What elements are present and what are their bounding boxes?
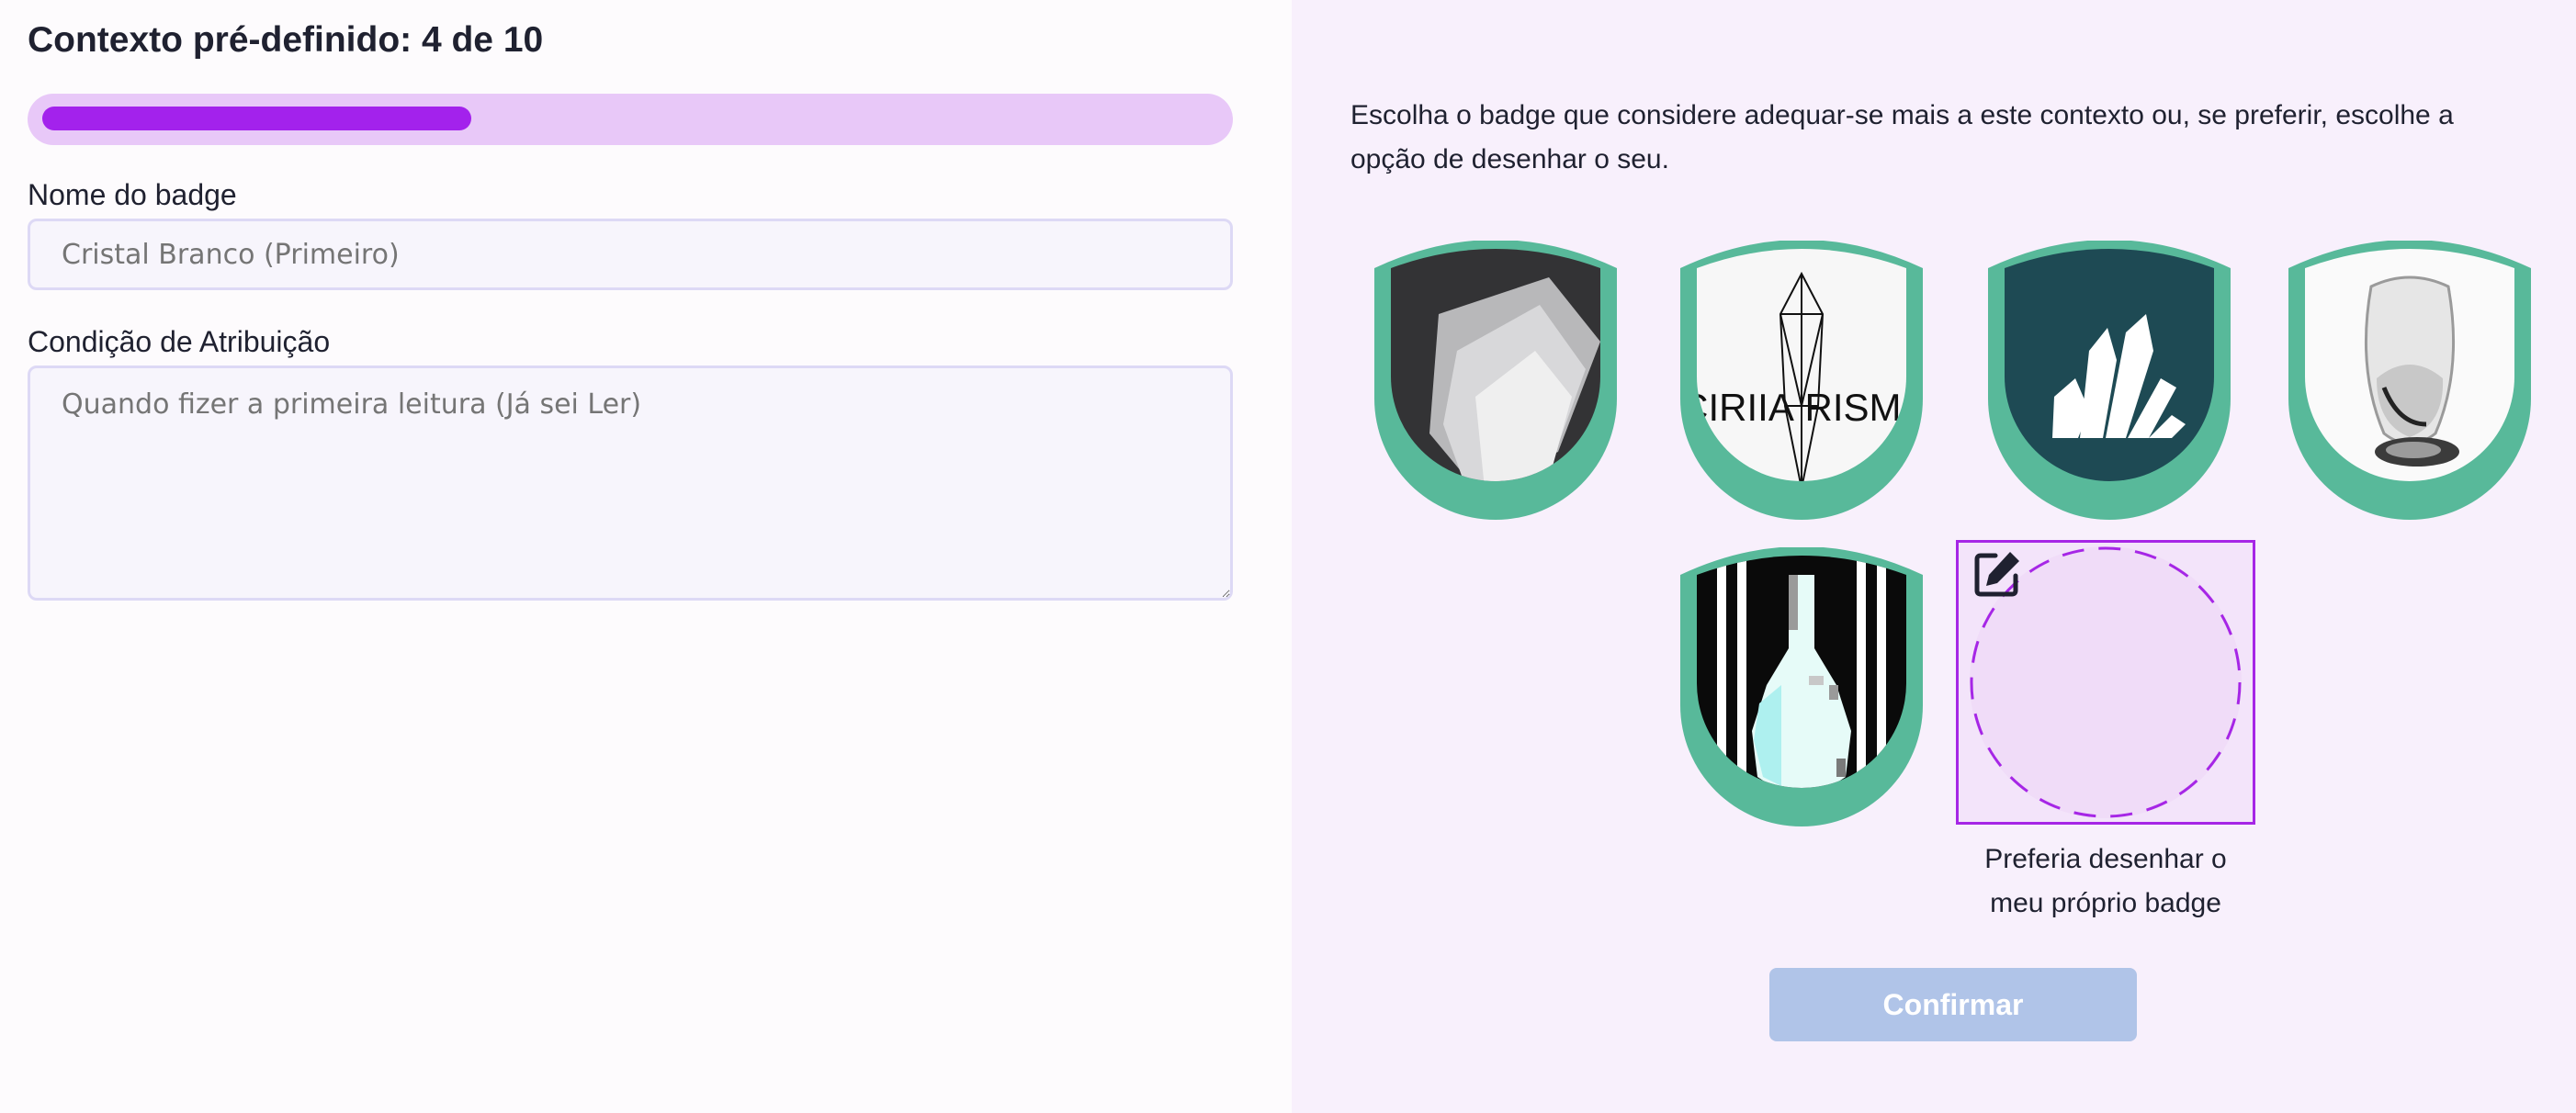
badge-option-4[interactable] [2288,241,2531,520]
glass-tumbler-photo-icon [2288,241,2531,520]
instructions-text: Escolha o badge que considere adequar-se… [1350,100,2454,174]
name-label: Nome do badge [28,178,237,211]
badge-option-3[interactable] [1988,241,2231,520]
pixel-crystal-drop-icon [1680,547,1923,826]
draw-caption-line2: meu próprio badge [1990,888,2221,918]
confirm-button[interactable]: Confirmar [1769,968,2137,1041]
condition-textarea[interactable] [28,365,1233,601]
prism-crystal-logo-icon: CIRIIA RISMA [1680,241,1923,520]
left-panel: Contexto pré-definido: 4 de 10 Nome do b… [0,0,1292,1113]
badge-option-5[interactable] [1680,547,1923,826]
progress-bar-fill [42,107,471,130]
draw-caption-line1: Preferia desenhar o [1984,844,2227,874]
draw-option-caption: Preferia desenhar o meu próprio badge [1959,838,2253,926]
badge-option-1[interactable] [1374,241,1617,520]
white-crystals-on-teal-icon [1988,241,2231,520]
edit-pencil-icon [1974,552,2019,597]
condition-label: Condição de Atribuição [28,325,331,358]
badge-option-2[interactable]: CIRIIA RISMA [1680,241,1923,520]
draw-badge-circle [1970,546,2242,818]
badge-name-input[interactable] [28,219,1233,290]
draw-own-badge-option[interactable] [1956,540,2255,825]
progress-bar [28,94,1233,145]
white-crystal-rock-photo-icon [1374,241,1617,520]
page-title: Contexto pré-definido: 4 de 10 [28,20,544,60]
